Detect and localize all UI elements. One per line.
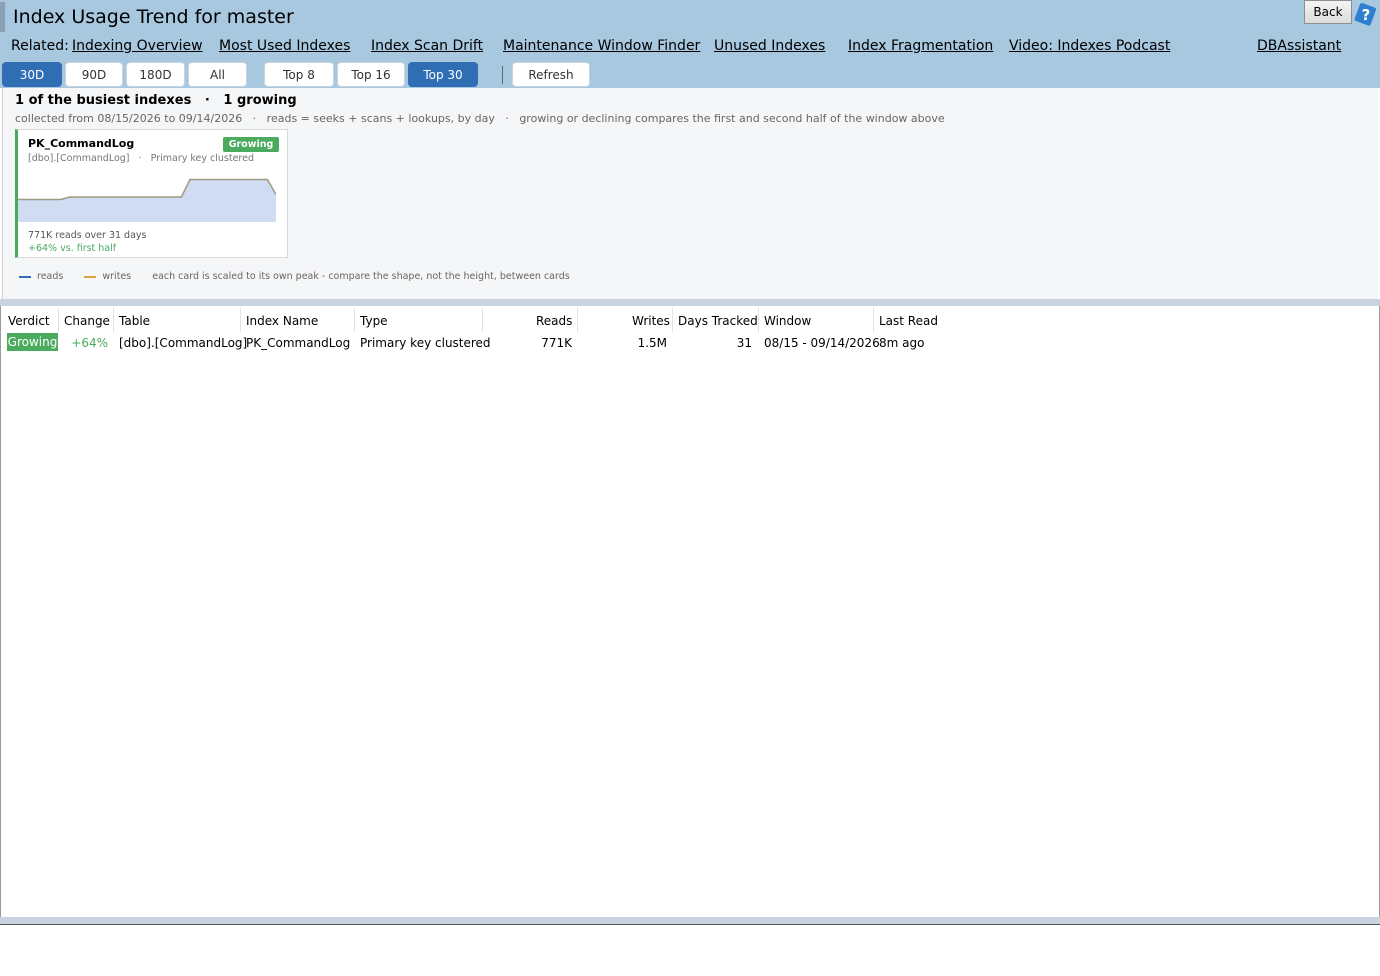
card-subtitle: [dbo].[CommandLog] · Primary key cluster… (28, 153, 255, 164)
col-table[interactable]: Table (119, 314, 150, 328)
card-index-name: PK_CommandLog (28, 137, 135, 150)
col-writes[interactable]: Writes (632, 314, 670, 328)
header-bar: Index Usage Trend for master Back ? Rela… (0, 0, 1380, 88)
col-change[interactable]: Change (64, 314, 110, 328)
link-index-scan-drift[interactable]: Index Scan Drift (371, 38, 483, 54)
col-separator (113, 308, 114, 332)
bottom-bar (0, 917, 1380, 924)
toolbar-separator (502, 66, 503, 84)
help-icon[interactable]: ? (1354, 2, 1378, 26)
type-cell: Primary key clustered (360, 336, 491, 350)
window-cell: 08/15 - 09/14/2026 (764, 336, 880, 350)
col-index-name[interactable]: Index Name (246, 314, 318, 328)
link-most-used-indexes[interactable]: Most Used Indexes (219, 38, 350, 54)
legend-reads: reads (37, 271, 64, 282)
verdict-cell: Growing (7, 333, 58, 351)
header-accent (0, 2, 5, 32)
col-verdict[interactable]: Verdict (8, 314, 50, 328)
index-name-cell: PK_CommandLog (246, 336, 351, 350)
refresh-button[interactable]: Refresh (512, 62, 590, 87)
trend-panel: 1 of the busiest indexes · 1 growing col… (2, 88, 1378, 299)
splitter[interactable] (0, 299, 1380, 306)
col-separator (577, 308, 578, 332)
top-30-button[interactable]: Top 30 (408, 62, 478, 87)
col-window[interactable]: Window (764, 314, 811, 328)
link-unused-indexes[interactable]: Unused Indexes (714, 38, 825, 54)
range-90d-button[interactable]: 90D (65, 62, 123, 87)
page-title: Index Usage Trend for master (13, 6, 294, 28)
col-type[interactable]: Type (360, 314, 388, 328)
sparkline-chart (18, 178, 276, 222)
link-maintenance-window-finder[interactable]: Maintenance Window Finder (503, 38, 700, 54)
col-separator (758, 308, 759, 332)
range-30d-button[interactable]: 30D (2, 62, 62, 87)
writes-cell: 1.5M (637, 336, 667, 350)
top-8-button[interactable]: Top 8 (264, 62, 334, 87)
col-days-tracked[interactable]: Days Tracked (678, 314, 758, 328)
sparkline-area (18, 179, 276, 222)
index-card[interactable]: PK_CommandLog Growing [dbo].[CommandLog]… (15, 129, 288, 258)
status-badge: Growing (223, 137, 279, 152)
legend-writes: writes (102, 271, 132, 282)
range-all-button[interactable]: All (188, 62, 247, 87)
reads-swatch (19, 275, 31, 278)
back-button[interactable]: Back (1304, 0, 1352, 24)
legend-note: each card is scaled to its own peak - co… (152, 271, 570, 282)
summary-headline: 1 of the busiest indexes · 1 growing (15, 93, 297, 108)
col-reads[interactable]: Reads (536, 314, 572, 328)
link-dbassistant[interactable]: DBAssistant (1257, 38, 1341, 54)
svg-text:?: ? (1362, 6, 1371, 24)
collected-info: collected from 08/15/2026 to 09/14/2026 … (15, 112, 945, 125)
table-cell: [dbo].[CommandLog] (119, 336, 248, 350)
range-180d-button[interactable]: 180D (126, 62, 185, 87)
top-16-button[interactable]: Top 16 (337, 62, 405, 87)
col-separator (873, 308, 874, 332)
col-separator (354, 308, 355, 332)
reads-cell: 771K (541, 336, 572, 350)
link-indexing-overview[interactable]: Indexing Overview (72, 38, 203, 54)
days-tracked-cell: 31 (736, 336, 752, 350)
link-video-indexes-podcast[interactable]: Video: Indexes Podcast (1009, 38, 1170, 54)
change-cell: +64% (71, 336, 108, 350)
col-last-read[interactable]: Last Read (879, 314, 938, 328)
link-index-fragmentation[interactable]: Index Fragmentation (848, 38, 993, 54)
card-change-text: +64% vs. first half (28, 243, 117, 254)
col-separator (240, 308, 241, 332)
writes-swatch (84, 275, 97, 278)
results-grid: Verdict Change Table Index Name Type Rea… (0, 306, 1380, 917)
col-separator (482, 308, 483, 332)
card-reads-text: 771K reads over 31 days (28, 230, 147, 241)
related-label: Related: (11, 38, 69, 54)
col-separator (58, 308, 59, 332)
col-separator (672, 308, 673, 332)
last-read-cell: 8m ago (879, 336, 925, 350)
legend: reads writes each card is scaled to its … (19, 271, 570, 282)
bottom-line (0, 924, 1380, 925)
